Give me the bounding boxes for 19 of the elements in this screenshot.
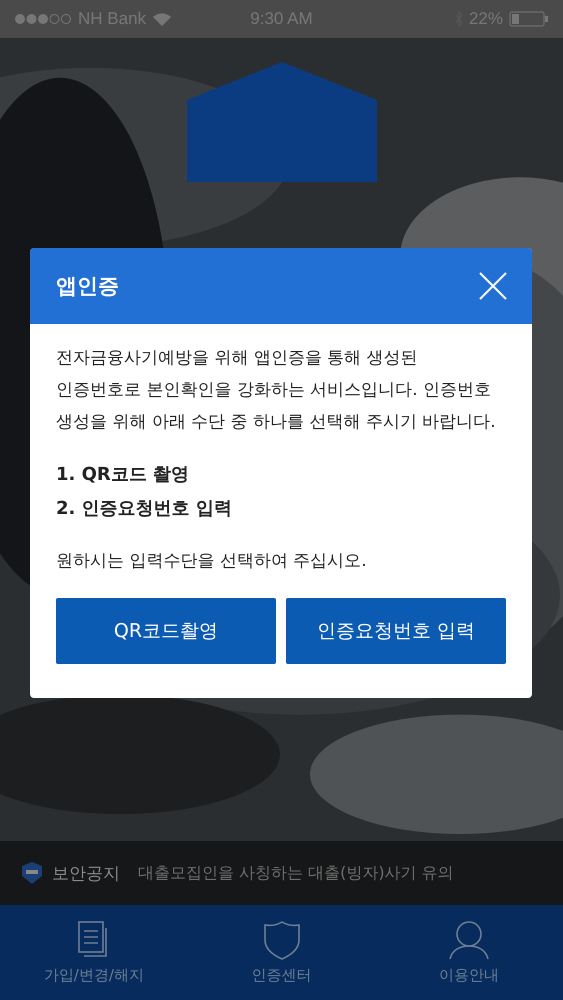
tab-bar-item[interactable]: 이용안내 (375, 905, 563, 1000)
dialog-title: 앱인증 (56, 273, 119, 300)
tab-bar-item[interactable]: 인증센터 (188, 905, 376, 1000)
dialog-button[interactable]: 인증요청번호 입력 (286, 598, 506, 664)
person-icon (448, 920, 490, 960)
shield-icon (262, 920, 300, 960)
notice-text[interactable]: 대출모집인을 사칭하는 대출(빙자)사기 유의 (138, 862, 454, 884)
battery-icon (508, 11, 549, 27)
close-icon[interactable] (478, 271, 508, 301)
dialog-prompt: 원하시는 입력수단을 선택하여 주십시오. (56, 550, 368, 573)
dialog-message: 전자금융사기예방을 위해 앱인증을 통해 생성된 인증번호로 본인확인을 강화하는 서비스입니다. 인증번호 생성을 위해 아래 수단 중 하나를 선택해 주시기 바랍니다. (56, 347, 497, 434)
shield-icon (22, 862, 42, 884)
notice-label: 보안공지 (52, 862, 120, 884)
option-text: 2. 인증요청번호 입력 (56, 497, 233, 521)
signal-icon (14, 13, 72, 25)
option-text: 1. QR코드 촬영 (56, 463, 190, 487)
tab-bar-item[interactable]: 가입/변경/해지 (0, 905, 188, 1000)
wifi-icon (152, 12, 172, 26)
dialog-button[interactable]: QR코드촬영 (56, 598, 276, 664)
